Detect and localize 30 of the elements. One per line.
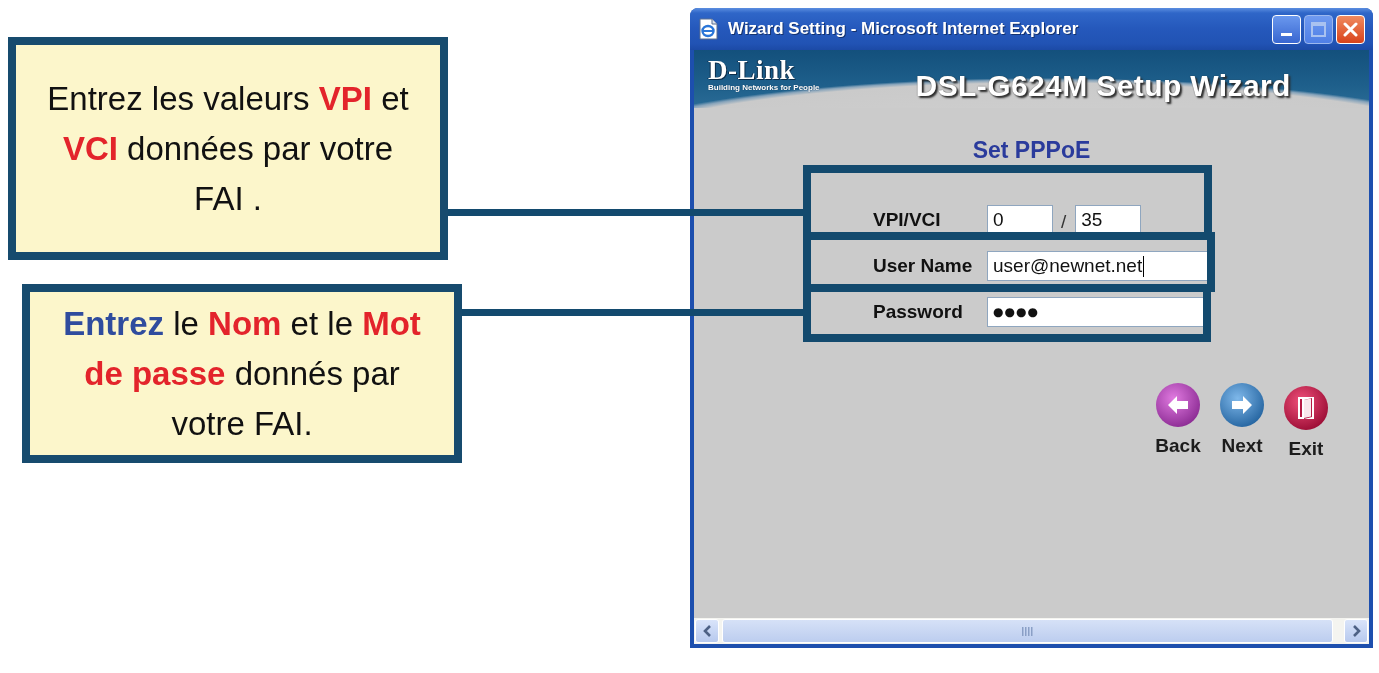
close-button[interactable] [1336, 14, 1365, 44]
field-label: VPI/VCI [873, 209, 942, 231]
logo-text: D-Link [708, 57, 797, 83]
arrow-right-icon [1220, 383, 1264, 427]
field-label: User Name [873, 255, 974, 277]
separator-text: / [1061, 211, 1067, 233]
scroll-right-button[interactable] [1344, 619, 1368, 643]
maximize-icon [1311, 21, 1326, 37]
door-icon [1284, 386, 1328, 430]
grip-icon [1022, 626, 1033, 636]
scrollbar-thumb[interactable] [722, 619, 1333, 643]
page-icon [698, 18, 719, 40]
callout-text: Entrez le Nom et le Mot de passe donnés par votre FAI. [62, 303, 422, 444]
exit-button[interactable]: Exit [1276, 383, 1336, 460]
scroll-left-button[interactable] [695, 619, 719, 643]
field-label: Password [873, 301, 964, 323]
tagline-text: Building Networks for People [708, 83, 820, 93]
chevron-right-icon [1350, 624, 1362, 638]
next-button[interactable]: Next [1212, 383, 1272, 460]
back-button[interactable]: Back [1148, 383, 1208, 460]
callout-text: Entrez les valeurs VPI et VCI données par votre FAI . [46, 78, 410, 219]
close-icon [1343, 21, 1358, 37]
window-title: Wizard Setting - Microsoft Internet Explorer [728, 19, 1079, 39]
minimize-icon [1281, 33, 1292, 36]
number-field[interactable]: 0 [987, 205, 1053, 235]
chevron-left-icon [701, 624, 713, 638]
number-field[interactable]: 35 [1075, 205, 1142, 235]
page-heading: Set PPPoE [971, 136, 1092, 164]
arrow-left-icon [1156, 383, 1200, 427]
minimize-button[interactable] [1272, 14, 1301, 44]
